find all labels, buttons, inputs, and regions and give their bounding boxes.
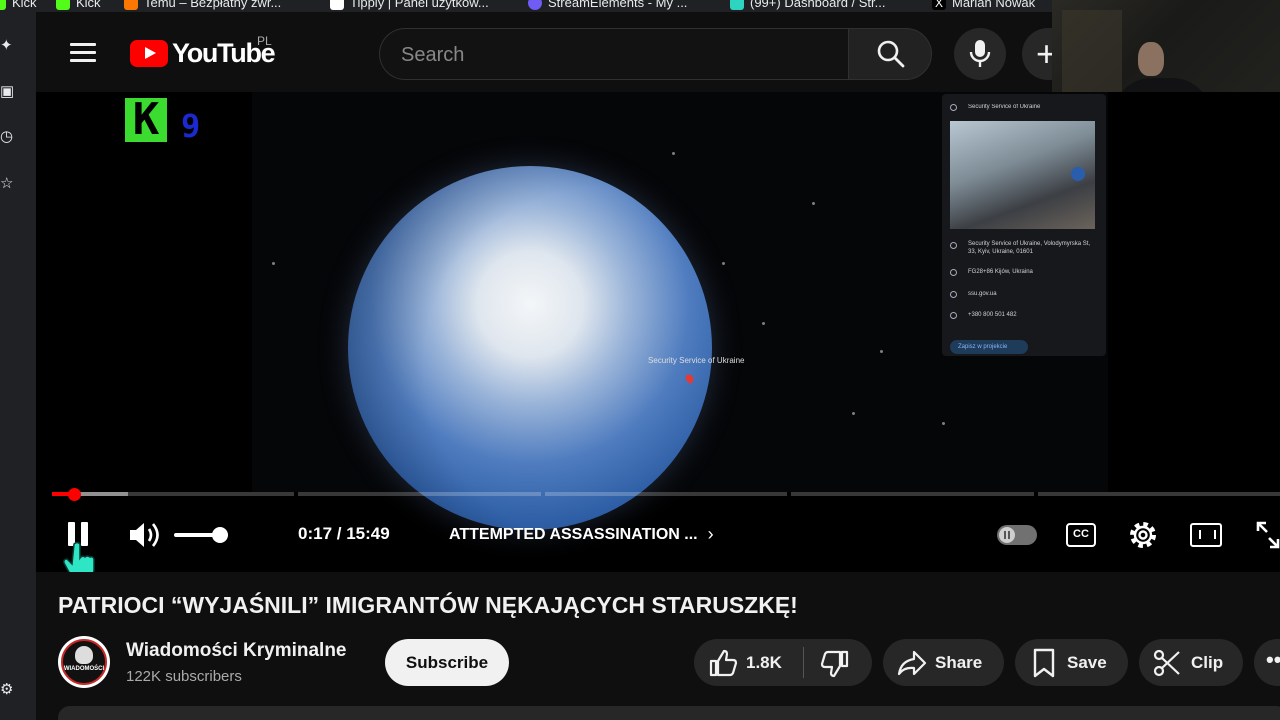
channel-avatar[interactable]: WIADOMOŚCI	[58, 636, 110, 688]
thumbs-down-icon[interactable]	[820, 649, 850, 679]
bookmark-kick-2[interactable]: Kick	[56, 0, 101, 10]
channel-name[interactable]: Wiadomości Kryminalne	[126, 640, 347, 662]
volume-knob[interactable]	[211, 527, 228, 543]
bookmark-icon	[1033, 648, 1055, 678]
video-title: PATRIOCI “WYJAŚNILI” IMIGRANTÓW NĘKAJĄCY…	[58, 592, 798, 618]
browser-side-panel: ✦ ▣ ◷ ☆ ⚙	[0, 12, 36, 720]
sparkle-icon[interactable]: ✦	[0, 38, 16, 54]
scissors-icon	[1153, 649, 1180, 677]
chapter-segment[interactable]	[791, 492, 1034, 496]
bookmark-kick-1[interactable]: Kick	[0, 0, 37, 10]
fullscreen-button[interactable]	[1256, 521, 1280, 549]
subscriber-count: 122K subscribers	[126, 668, 242, 685]
tipply-icon	[330, 0, 344, 10]
screen: Kick Kick Temu – Bezpłatny zwr... Tipply…	[0, 0, 1280, 720]
search-icon	[877, 40, 905, 68]
pause-small-icon	[999, 527, 1015, 543]
next-photo-icon	[1071, 167, 1085, 181]
more-actions-button[interactable]: •••	[1254, 639, 1280, 686]
fullscreen-icon	[1256, 521, 1280, 549]
subscribe-button[interactable]: Subscribe	[385, 639, 509, 686]
progress-bar[interactable]	[52, 492, 1280, 496]
progress-scrubber[interactable]	[68, 488, 82, 501]
like-count[interactable]: 1.8K	[746, 653, 782, 673]
volume-icon	[130, 523, 159, 547]
location-icon	[950, 104, 957, 111]
streamelements-icon	[528, 0, 542, 10]
chapter-segment[interactable]	[544, 492, 788, 496]
search-box[interactable]	[379, 28, 849, 80]
bookmark-x-profile[interactable]: X Marian Nowak	[932, 0, 1035, 10]
map-pin-label: Security Service of Ukraine	[648, 356, 745, 365]
bookmark-tipply[interactable]: Tipply | Panel użytkow...	[330, 0, 489, 10]
settings-button[interactable]	[1127, 519, 1159, 551]
person-face	[1138, 42, 1164, 76]
time-display: 0:17 / 15:49	[298, 524, 390, 543]
address-icon	[950, 242, 957, 249]
bookmark-dashboard[interactable]: (99+) Dashboard / Str...	[730, 0, 885, 10]
bookmark-temu[interactable]: Temu – Bezpłatny zwr...	[124, 0, 281, 10]
share-icon	[897, 650, 927, 676]
kick-icon	[0, 0, 6, 10]
x-icon: X	[932, 0, 946, 10]
hand-cursor-icon	[63, 541, 95, 572]
country-code: PL	[257, 34, 272, 48]
clip-button[interactable]: Clip	[1139, 639, 1243, 686]
search-button[interactable]	[848, 28, 932, 80]
bookmark-panel-icon[interactable]: ▣	[0, 84, 16, 100]
search-input[interactable]	[401, 41, 821, 69]
bookmark-streamelements[interactable]: StreamElements - My ...	[528, 0, 687, 10]
save-button[interactable]: Save	[1015, 639, 1128, 686]
voice-search-button[interactable]	[954, 28, 1006, 80]
chapter-segment[interactable]	[1037, 492, 1280, 496]
history-icon[interactable]: ◷	[0, 129, 16, 145]
microphone-icon	[969, 40, 991, 67]
youtube-logo[interactable]: YouTube	[130, 38, 276, 69]
share-button[interactable]: Share	[883, 639, 1004, 686]
description-box[interactable]	[58, 706, 1280, 720]
menu-icon[interactable]	[70, 43, 96, 63]
chapter-segment[interactable]	[298, 492, 541, 496]
gear-icon	[1130, 522, 1156, 548]
settings-icon[interactable]: ⚙	[0, 682, 16, 698]
theater-mode-button[interactable]	[1190, 523, 1222, 547]
website-icon	[950, 291, 957, 298]
plus-code-icon	[950, 269, 957, 276]
channel-watermark: K 9	[125, 98, 200, 142]
video-player[interactable]: Security Service of Ukraine K 9 Security…	[36, 92, 1280, 572]
mask-icon	[75, 646, 93, 664]
save-to-project-button: Zapisz w projekcie	[950, 340, 1028, 354]
more-horizontal-icon: •••	[1266, 647, 1280, 672]
volume-button[interactable]	[128, 520, 162, 550]
temu-icon	[124, 0, 138, 10]
dashboard-icon	[730, 0, 744, 10]
chevron-right-icon: ›	[707, 524, 714, 544]
place-photo	[950, 121, 1095, 229]
earth-globe	[348, 166, 712, 530]
favorites-icon[interactable]: ☆	[0, 176, 16, 192]
chapter-title-button[interactable]: ATTEMPTED ASSASSINATION ... ›	[449, 524, 714, 545]
subtitles-button[interactable]: CC	[1066, 523, 1096, 547]
place-info-card: Security Service of Ukraine Security Ser…	[942, 94, 1106, 356]
autoplay-toggle[interactable]	[997, 525, 1037, 545]
phone-icon	[950, 312, 957, 319]
kick-icon	[56, 0, 70, 10]
youtube-play-icon	[130, 40, 168, 67]
thumbs-up-icon[interactable]	[708, 648, 738, 678]
like-dislike-group: 1.8K	[694, 639, 872, 686]
